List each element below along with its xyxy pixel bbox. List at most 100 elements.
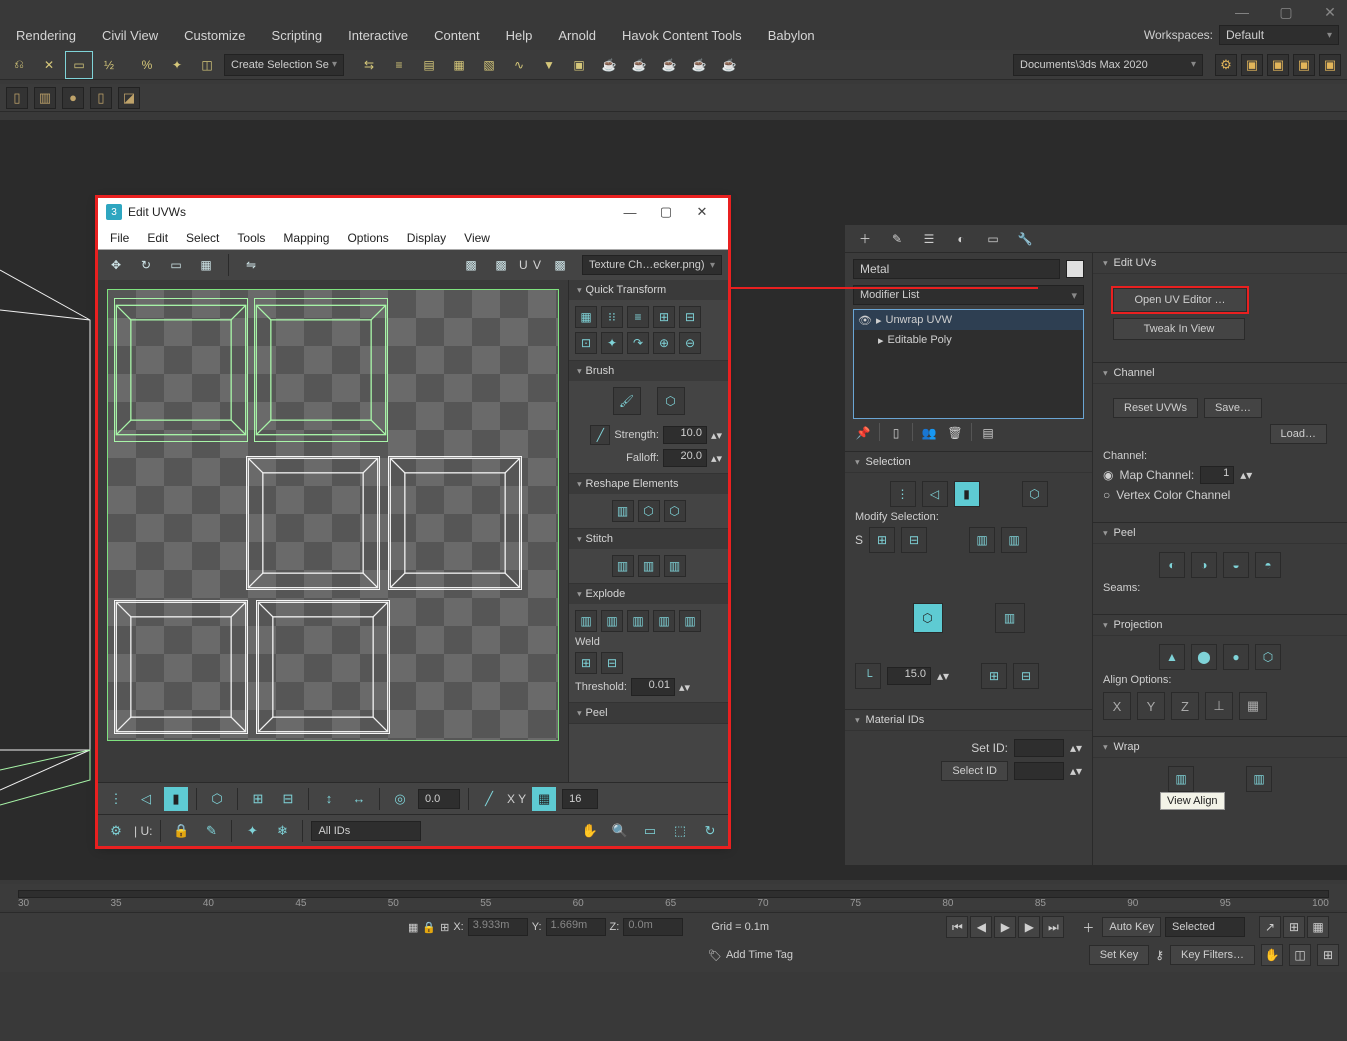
brush-icon[interactable]: ╱ bbox=[477, 787, 501, 811]
teapot4-icon[interactable]: ☕ bbox=[686, 52, 712, 78]
qt3-icon[interactable]: ≡ bbox=[627, 306, 649, 328]
grid-icon[interactable]: ▦ bbox=[532, 787, 556, 811]
brush-paint-icon[interactable]: 🖌 bbox=[613, 387, 641, 415]
win-close-icon[interactable]: ✕ bbox=[1319, 4, 1341, 21]
tab-hierarchy-icon[interactable]: ☰ bbox=[917, 227, 941, 251]
menu-rendering[interactable]: Rendering bbox=[16, 28, 76, 43]
link-icon[interactable]: ⎌ bbox=[6, 52, 32, 78]
st3-icon[interactable]: ▥ bbox=[664, 555, 686, 577]
render-frame-icon[interactable]: ▣ bbox=[566, 52, 592, 78]
proj-planar-icon[interactable]: ▲ bbox=[1159, 644, 1185, 670]
peel2-icon[interactable]: ◑ bbox=[1191, 552, 1217, 578]
nav4-icon[interactable]: ✋ bbox=[1261, 944, 1283, 966]
axis-icon[interactable]: ✦ bbox=[164, 52, 190, 78]
pan-icon[interactable]: ✋ bbox=[578, 819, 602, 843]
percent-icon[interactable]: % bbox=[134, 52, 160, 78]
tweak-in-view-button[interactable]: Tweak In View bbox=[1113, 318, 1245, 340]
menu-content[interactable]: Content bbox=[434, 28, 480, 43]
uvw-max-icon[interactable]: ▢ bbox=[648, 204, 684, 220]
align-y-button[interactable]: Y bbox=[1137, 692, 1165, 720]
pin-icon[interactable]: 📌 bbox=[853, 423, 873, 443]
t2-2-icon[interactable]: ▥ bbox=[34, 87, 56, 109]
wrap1-icon[interactable]: ▥ bbox=[1168, 766, 1194, 792]
st2-icon[interactable]: ▥ bbox=[638, 555, 660, 577]
menu-havok[interactable]: Havok Content Tools bbox=[622, 28, 742, 43]
uvw-menu-mapping[interactable]: Mapping bbox=[275, 231, 337, 245]
uvw-menu-file[interactable]: File bbox=[102, 231, 137, 245]
teapot1-icon[interactable]: ☕ bbox=[596, 52, 622, 78]
ex1-icon[interactable]: ▥ bbox=[575, 610, 597, 632]
menu-scripting[interactable]: Scripting bbox=[272, 28, 323, 43]
object-color-swatch[interactable] bbox=[1066, 260, 1084, 278]
t2-5-icon[interactable]: ◪ bbox=[118, 87, 140, 109]
menu-civil-view[interactable]: Civil View bbox=[102, 28, 158, 43]
st1-icon[interactable]: ▥ bbox=[612, 555, 634, 577]
align-view-icon[interactable]: ▦ bbox=[1239, 692, 1267, 720]
nav3-icon[interactable]: ▦ bbox=[1307, 916, 1329, 938]
peel4-icon[interactable]: ◓ bbox=[1255, 552, 1281, 578]
zoom-icon[interactable]: 🔍 bbox=[608, 819, 632, 843]
qt6-icon[interactable]: ⊡ bbox=[575, 332, 597, 354]
checker1-icon[interactable]: ▩ bbox=[459, 253, 483, 277]
stack-editable-poly[interactable]: Editable Poly bbox=[888, 334, 952, 346]
menu-babylon[interactable]: Babylon bbox=[768, 28, 815, 43]
teapot5-icon[interactable]: ☕ bbox=[716, 52, 742, 78]
select-id-value[interactable] bbox=[1014, 762, 1064, 780]
play-icon[interactable]: ▶ bbox=[994, 916, 1016, 938]
angle-snap-icon[interactable]: ½ bbox=[96, 52, 122, 78]
roll-explode[interactable]: Explode bbox=[569, 584, 728, 604]
tab-display-icon[interactable]: ▭ bbox=[981, 227, 1005, 251]
folder2-icon[interactable]: ▣ bbox=[1267, 54, 1289, 76]
nav2-icon[interactable]: ⊞ bbox=[1283, 916, 1305, 938]
weld2-icon[interactable]: ⊟ bbox=[601, 652, 623, 674]
tab-modify-icon[interactable]: ✎ bbox=[885, 227, 909, 251]
soft-icon[interactable]: ◎ bbox=[388, 787, 412, 811]
sel-poly-icon[interactable]: ▮ bbox=[954, 481, 980, 507]
align-z-button[interactable]: Z bbox=[1171, 692, 1199, 720]
win-max-icon[interactable]: ▢ bbox=[1275, 4, 1297, 21]
menu-arnold[interactable]: Arnold bbox=[558, 28, 596, 43]
grow-icon[interactable]: ⊞ bbox=[246, 787, 270, 811]
tex-toggle-icon[interactable]: ▩ bbox=[548, 253, 572, 277]
expand2-icon[interactable]: ⊟ bbox=[1013, 663, 1039, 689]
selection-set-dropdown[interactable]: Create Selection Se bbox=[224, 54, 344, 76]
mirror-h-icon[interactable]: ⇋ bbox=[239, 253, 263, 277]
peel3-icon[interactable]: ◒ bbox=[1223, 552, 1249, 578]
ex3-icon[interactable]: ▥ bbox=[627, 610, 649, 632]
soft-value[interactable]: 0.0 bbox=[418, 789, 460, 809]
select-region-icon[interactable]: ▭ bbox=[66, 52, 92, 78]
expand1-icon[interactable]: ⊞ bbox=[981, 663, 1007, 689]
uvw-menu-edit[interactable]: Edit bbox=[139, 231, 176, 245]
zoom-extents-icon[interactable]: ⬚ bbox=[668, 819, 692, 843]
modifier-stack[interactable]: 👁▸Unwrap UVW ▸Editable Poly bbox=[853, 309, 1084, 419]
lock-icon[interactable]: 🔒 bbox=[169, 819, 193, 843]
panel-material-ids[interactable]: Material IDs bbox=[845, 710, 1092, 731]
keymode-dropdown[interactable]: Selected bbox=[1165, 917, 1245, 937]
zoom-region-icon[interactable]: ▭ bbox=[638, 819, 662, 843]
material-icon[interactable]: ▧ bbox=[476, 52, 502, 78]
roll-quick-transform[interactable]: Quick Transform bbox=[569, 280, 728, 300]
add-time-tag[interactable]: Add Time Tag bbox=[726, 949, 793, 961]
align-normal-icon[interactable]: ⊥ bbox=[1205, 692, 1233, 720]
make-unique-icon[interactable]: 👥 bbox=[919, 423, 939, 443]
unlink-icon[interactable]: ✕ bbox=[36, 52, 62, 78]
project-path-dropdown[interactable]: Documents\3ds Max 2020 bbox=[1013, 54, 1203, 76]
map-channel-label[interactable]: Map Channel: bbox=[1119, 468, 1194, 482]
select-id-button[interactable]: Select ID bbox=[941, 761, 1008, 781]
scale-icon[interactable]: ▭ bbox=[164, 253, 188, 277]
layers-icon[interactable]: ▤ bbox=[416, 52, 442, 78]
freeform-icon[interactable]: ▦ bbox=[194, 253, 218, 277]
align-icon[interactable]: ≡ bbox=[386, 52, 412, 78]
tab-utilities-icon[interactable]: 🔧 bbox=[1013, 227, 1037, 251]
nav5-icon[interactable]: ◫ bbox=[1289, 944, 1311, 966]
map-channel-value[interactable]: 1 bbox=[1200, 466, 1234, 484]
t2-1-icon[interactable]: ▯ bbox=[6, 87, 28, 109]
uvw-menu-view[interactable]: View bbox=[456, 231, 498, 245]
uvw-menu-display[interactable]: Display bbox=[399, 231, 454, 245]
uvw-view[interactable] bbox=[98, 280, 568, 782]
shrink-icon[interactable]: ⊟ bbox=[276, 787, 300, 811]
stack-unwrap[interactable]: Unwrap UVW bbox=[886, 314, 953, 326]
wrap2-icon[interactable]: ▥ bbox=[1246, 766, 1272, 792]
panel-edit-uvs[interactable]: Edit UVs bbox=[1093, 253, 1347, 274]
uvw-menu-select[interactable]: Select bbox=[178, 231, 227, 245]
